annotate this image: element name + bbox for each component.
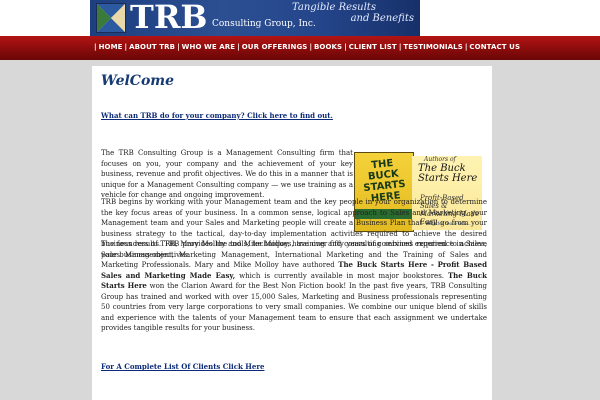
intro-paragraph: The TRB Consulting Group is a Management… — [101, 149, 353, 199]
nav-item-who-we-are[interactable]: WHO WE ARE — [182, 43, 236, 51]
what-trb-can-do-link[interactable]: What can TRB do for your company? Click … — [101, 111, 333, 120]
tagline: Tangible Results and Benefits — [292, 2, 414, 24]
nav-item-contact-us[interactable]: CONTACT US — [469, 43, 520, 51]
nav-separator: | — [177, 43, 180, 51]
book-authors-label: Authors of — [424, 156, 456, 163]
nav-separator: | — [94, 43, 97, 51]
client-list-link[interactable]: For A Complete List Of Clients Click Her… — [101, 362, 264, 371]
page-title: WelCome — [101, 73, 175, 89]
nav-item-client-list[interactable]: CLIENT LIST — [349, 43, 397, 51]
main-content: WelCome What can TRB do for your company… — [92, 66, 492, 400]
main-nav: | HOME | ABOUT TRB | WHO WE ARE | OUR OF… — [0, 36, 600, 60]
nav-separator: | — [344, 43, 347, 51]
nav-separator: | — [464, 43, 468, 51]
header-right-space — [420, 0, 600, 36]
nav-separator: | — [398, 43, 402, 51]
nav-item-our-offerings[interactable]: OUR OFFERINGS — [242, 43, 308, 51]
site-header: TRB Consulting Group, Inc. Tangible Resu… — [0, 0, 600, 36]
nav-separator: | — [309, 43, 312, 51]
logo-text: TRB — [130, 0, 208, 36]
nav-item-about-trb[interactable]: ABOUT TRB — [129, 43, 175, 51]
founders-paragraph: The founders of TRB, Mary Molloy and Mik… — [101, 239, 487, 334]
nav-items: | HOME | ABOUT TRB | WHO WE ARE | OUR OF… — [92, 43, 520, 51]
logo-icon[interactable] — [96, 3, 126, 33]
tagline-line2: and Benefits — [350, 13, 414, 24]
founders-text-c: which is currently available in most maj… — [235, 271, 448, 280]
founders-text-e: won the Clarion Award for the Best Non F… — [101, 282, 487, 332]
book-title: The Buck Starts Here — [418, 163, 478, 184]
nav-item-testimonials[interactable]: TESTIMONIALS — [403, 43, 462, 51]
tagline-line1: Tangible Results — [292, 2, 376, 13]
nav-item-home[interactable]: HOME — [99, 43, 123, 51]
nav-separator: | — [237, 43, 240, 51]
nav-item-books[interactable]: BOOKS — [314, 43, 342, 51]
nav-separator: | — [124, 43, 128, 51]
